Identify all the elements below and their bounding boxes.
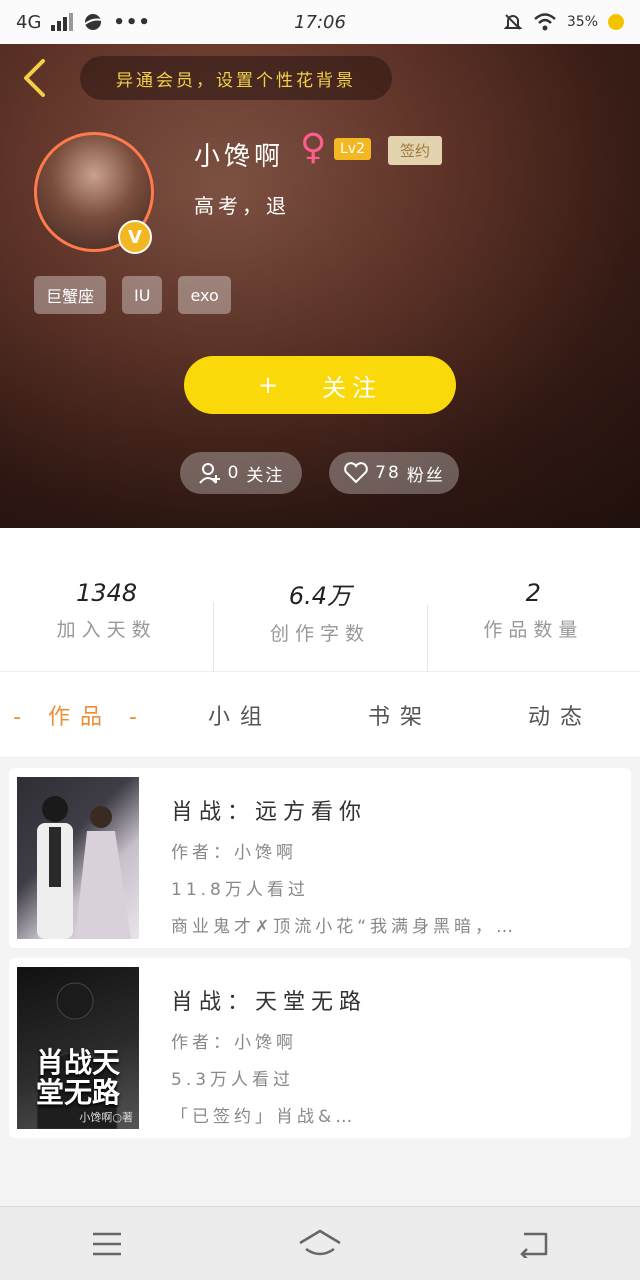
work-info: 肖战：远方看你 作者：小馋啊 11.8万人看过 商业鬼才✗顶流小花“我满身黑暗，… [171, 794, 611, 937]
chevron-left-icon [24, 59, 45, 97]
back-button[interactable] [14, 56, 54, 100]
work-author: 作者：小馋啊 [171, 1033, 297, 1053]
work-card[interactable]: 肖战天堂无路 小馋啊○著 肖战：天堂无路 作者：小馋啊 5.3万人看过 「已签约… [9, 958, 631, 1138]
battery-level: 35% [566, 14, 598, 30]
home-button[interactable] [290, 1214, 350, 1274]
return-icon [520, 1232, 548, 1258]
work-summary: 商业鬼才✗顶流小花“我满身黑暗，… [171, 917, 518, 937]
profile-header: 异通会员，设置个性花背景 V 小馋啊 ♀ Lv2 签约 高考，退 巨蟹座 IU … [0, 44, 640, 528]
stat-word-count: 6.4万 创作字数 [213, 554, 426, 676]
level-badge: Lv2 [334, 138, 371, 160]
menu-button[interactable] [77, 1214, 137, 1274]
fans-count-button[interactable]: 78 粉丝 [329, 452, 459, 494]
tab-groups[interactable]: 小组 [160, 699, 320, 731]
follow-button-label: 关注 [322, 373, 383, 402]
user-tags: 巨蟹座 IU exo [34, 276, 231, 314]
system-navigation-bar [0, 1206, 640, 1280]
vip-background-hint[interactable]: 异通会员，设置个性花背景 [80, 56, 392, 100]
tag-item[interactable]: 巨蟹座 [34, 276, 107, 314]
menu-icon [92, 1232, 121, 1255]
stat-label: 创作字数 [269, 622, 370, 645]
female-gender-icon: ♀ [300, 127, 327, 168]
fans-label: 粉丝 [406, 465, 445, 486]
stat-label: 加入天数 [56, 619, 157, 641]
stat-value: 1348 [76, 579, 138, 607]
planet-app-icon [84, 14, 102, 30]
stat-join-days: 1348 加入天数 [0, 557, 213, 642]
network-type: 4G [16, 11, 42, 33]
tab-bookshelf[interactable]: 书架 [320, 699, 480, 731]
work-views: 5.3万人看过 [171, 1070, 295, 1090]
work-author: 作者：小馋啊 [171, 843, 297, 863]
following-count: 0 [227, 463, 241, 483]
username: 小馋啊 [194, 142, 285, 172]
work-title[interactable]: 肖战：远方看你 [171, 794, 611, 826]
fans-count: 78 [375, 463, 401, 483]
work-summary: 「已签约」肖战&… [171, 1107, 357, 1127]
work-views: 11.8万人看过 [171, 880, 309, 900]
tab-activity[interactable]: 动态 [480, 699, 640, 731]
following-label: 关注 [246, 465, 285, 486]
stat-value: 6.4万 [288, 581, 352, 610]
back-nav-button[interactable] [503, 1214, 563, 1274]
stat-works-count: 2 作品数量 [426, 557, 640, 679]
cover-author-text: 小馋啊○著 [79, 1111, 133, 1124]
wifi-icon [534, 13, 556, 31]
user-bio: 高考，退 [194, 194, 290, 218]
signal-icon [51, 13, 74, 31]
following-count-button[interactable]: 0 关注 [180, 452, 302, 494]
stat-value: 2 [525, 579, 541, 607]
verified-v-icon: V [118, 220, 152, 254]
tab-works[interactable]: - 作品 - [0, 699, 160, 731]
more-notifications-icon: ••• [113, 11, 151, 33]
avatar-container[interactable]: V [34, 132, 154, 254]
signed-badge: 签约 [388, 136, 443, 165]
work-cover-image[interactable]: 肖战天堂无路 小馋啊○著 [17, 967, 139, 1129]
work-card[interactable]: 肖战：远方看你 作者：小馋啊 11.8万人看过 商业鬼才✗顶流小花“我满身黑暗，… [9, 768, 631, 948]
user-add-icon [198, 463, 220, 484]
work-cover-image[interactable] [17, 777, 139, 939]
mute-bell-icon [503, 14, 523, 30]
cover-figures-illustration [37, 796, 131, 939]
tag-item[interactable]: IU [122, 276, 163, 314]
tag-item[interactable]: exo [178, 276, 231, 314]
cover-title-text: 肖战天堂无路 [35, 1046, 120, 1109]
home-icon [299, 1229, 341, 1255]
author-stats: 1348 加入天数 6.4万 创作字数 2 作品数量 [0, 528, 640, 679]
heart-plus-icon [344, 462, 368, 484]
profile-tabs: - 作品 - 小组 书架 动态 [0, 672, 640, 758]
stat-label: 作品数量 [483, 619, 584, 641]
work-title[interactable]: 肖战：天堂无路 [171, 984, 611, 1016]
battery-icon [608, 14, 624, 30]
work-info: 肖战：天堂无路 作者：小馋啊 5.3万人看过 「已签约」肖战&… [171, 984, 611, 1127]
plus-icon: + [257, 371, 285, 399]
follow-button[interactable]: + 关注 [184, 356, 456, 414]
status-bar: 4G ••• 17:06 35% [0, 0, 640, 44]
